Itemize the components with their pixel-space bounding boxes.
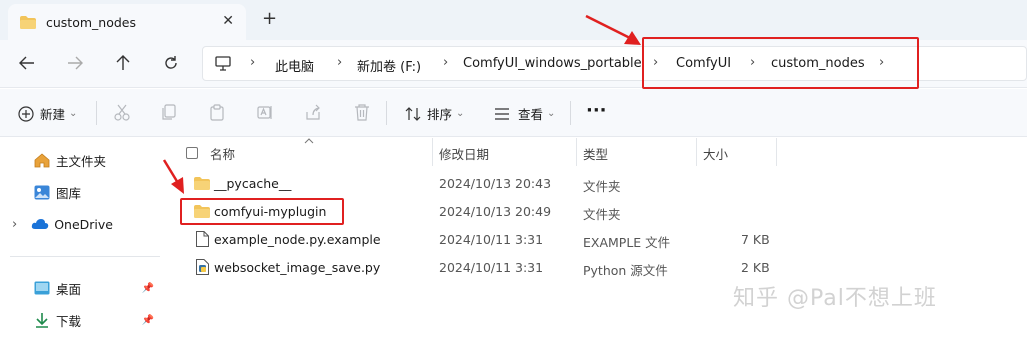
select-all-checkbox[interactable]	[186, 147, 198, 159]
pin-icon: 📌	[141, 314, 154, 326]
column-header-name[interactable]: 名称	[210, 144, 235, 163]
tab-strip: custom_nodes ✕ +	[0, 0, 1027, 40]
column-divider[interactable]	[696, 138, 697, 166]
divider	[96, 101, 97, 125]
cut-icon[interactable]	[114, 104, 130, 121]
file-row[interactable]: example_node.py.example 2024/10/11 3:31 …	[178, 226, 798, 254]
nav-item-home[interactable]: 主文件夹	[0, 148, 162, 172]
file-row[interactable]: websocket_image_save.py 2024/10/11 3:31 …	[178, 254, 798, 282]
forward-button[interactable]	[64, 52, 86, 74]
divider	[570, 101, 571, 125]
new-button[interactable]: 新建 ⌄	[18, 104, 77, 123]
folder-icon	[20, 15, 36, 29]
breadcrumb-separator: ›	[443, 55, 449, 70]
file-modified: 2024/10/13 20:43	[439, 176, 552, 191]
tab-title: custom_nodes	[46, 14, 136, 30]
column-header-size[interactable]: 大小	[703, 144, 728, 163]
share-icon[interactable]	[305, 104, 322, 121]
new-tab-button[interactable]: +	[262, 9, 277, 29]
file-name: example_node.py.example	[214, 232, 381, 247]
delete-icon[interactable]	[354, 104, 370, 121]
breadcrumb-drive[interactable]: 新加卷 (F:)	[357, 56, 421, 75]
highlight-box-plugin-folder	[180, 198, 344, 225]
pin-icon: 📌	[141, 282, 154, 294]
rename-icon[interactable]	[257, 104, 274, 121]
file-type: 文件夹	[583, 207, 621, 222]
folder-icon	[194, 177, 210, 190]
close-tab-icon[interactable]: ✕	[222, 13, 234, 29]
breadcrumb-portable[interactable]: ComfyUI_windows_portable	[463, 56, 642, 71]
breadcrumb-separator: ›	[250, 55, 256, 70]
back-button[interactable]	[16, 52, 38, 74]
desktop-icon	[34, 281, 50, 295]
view-button[interactable]: 查看 ⌄	[494, 104, 555, 123]
arrow-left-icon	[19, 56, 34, 70]
computer-icon	[215, 56, 231, 71]
sort-button[interactable]: 排序 ⌄	[405, 104, 464, 123]
sort-icon	[405, 106, 421, 121]
highlight-box-address	[642, 37, 919, 89]
file-modified: 2024/10/11 3:31	[439, 260, 544, 275]
breadcrumb-this-pc[interactable]: 此电脑	[275, 56, 314, 75]
divider	[10, 256, 160, 257]
column-header-type[interactable]: 类型	[583, 144, 608, 163]
gallery-icon	[34, 185, 50, 199]
plus-circle-icon	[18, 105, 34, 122]
file-type: Python 源文件	[583, 263, 668, 278]
home-icon	[34, 152, 50, 167]
chevron-down-icon: ⌄	[547, 108, 556, 119]
refresh-button[interactable]	[160, 52, 182, 74]
navigation-pane: 主文件夹 图库 › OneDrive 桌面 📌 下载 📌	[0, 138, 162, 337]
nav-item-onedrive[interactable]: › OneDrive	[0, 212, 162, 236]
download-icon	[36, 313, 48, 328]
column-divider[interactable]	[432, 138, 433, 166]
sort-label: 排序	[427, 107, 453, 122]
file-size: 7 KB	[741, 232, 770, 247]
arrow-right-icon	[68, 56, 83, 70]
file-row[interactable]: __pycache__ 2024/10/13 20:43 文件夹	[178, 170, 798, 198]
up-button[interactable]	[112, 52, 134, 74]
file-icon	[196, 231, 209, 247]
column-header-modified[interactable]: 修改日期	[439, 144, 489, 163]
nav-item-gallery[interactable]: 图库	[0, 180, 162, 204]
divider	[386, 101, 387, 125]
file-name: websocket_image_save.py	[214, 260, 381, 275]
file-size: 2 KB	[741, 260, 770, 275]
tab-custom-nodes[interactable]: custom_nodes ✕	[8, 4, 246, 40]
nav-item-downloads[interactable]: 下载 📌	[0, 308, 162, 332]
view-icon	[495, 107, 509, 120]
chevron-down-icon: ⌄	[69, 108, 78, 119]
chevron-right-icon[interactable]: ›	[12, 217, 17, 232]
file-modified: 2024/10/13 20:49	[439, 204, 552, 219]
refresh-icon	[165, 56, 177, 69]
more-options-icon[interactable]: ···	[586, 100, 607, 121]
new-label: 新建	[40, 107, 66, 122]
cloud-icon	[32, 219, 49, 229]
python-file-icon	[196, 259, 209, 275]
copy-icon[interactable]	[161, 104, 177, 121]
column-divider[interactable]	[776, 138, 777, 166]
file-modified: 2024/10/11 3:31	[439, 232, 544, 247]
command-bar: 新建 ⌄ 排序 ⌄ 查看 ⌄ ···	[0, 89, 1027, 137]
breadcrumb-separator: ›	[337, 55, 343, 70]
file-name: __pycache__	[214, 176, 292, 191]
file-type: 文件夹	[583, 179, 621, 194]
watermark: 知乎 @Pal不想上班	[733, 286, 937, 311]
nav-item-desktop[interactable]: 桌面 📌	[0, 276, 162, 300]
column-divider[interactable]	[576, 138, 577, 166]
paste-icon[interactable]	[209, 104, 225, 121]
view-label: 查看	[518, 107, 544, 122]
chevron-down-icon: ⌄	[456, 108, 465, 119]
file-type: EXAMPLE 文件	[583, 235, 671, 250]
sort-ascending-icon	[304, 138, 314, 144]
arrow-up-icon	[116, 55, 130, 70]
